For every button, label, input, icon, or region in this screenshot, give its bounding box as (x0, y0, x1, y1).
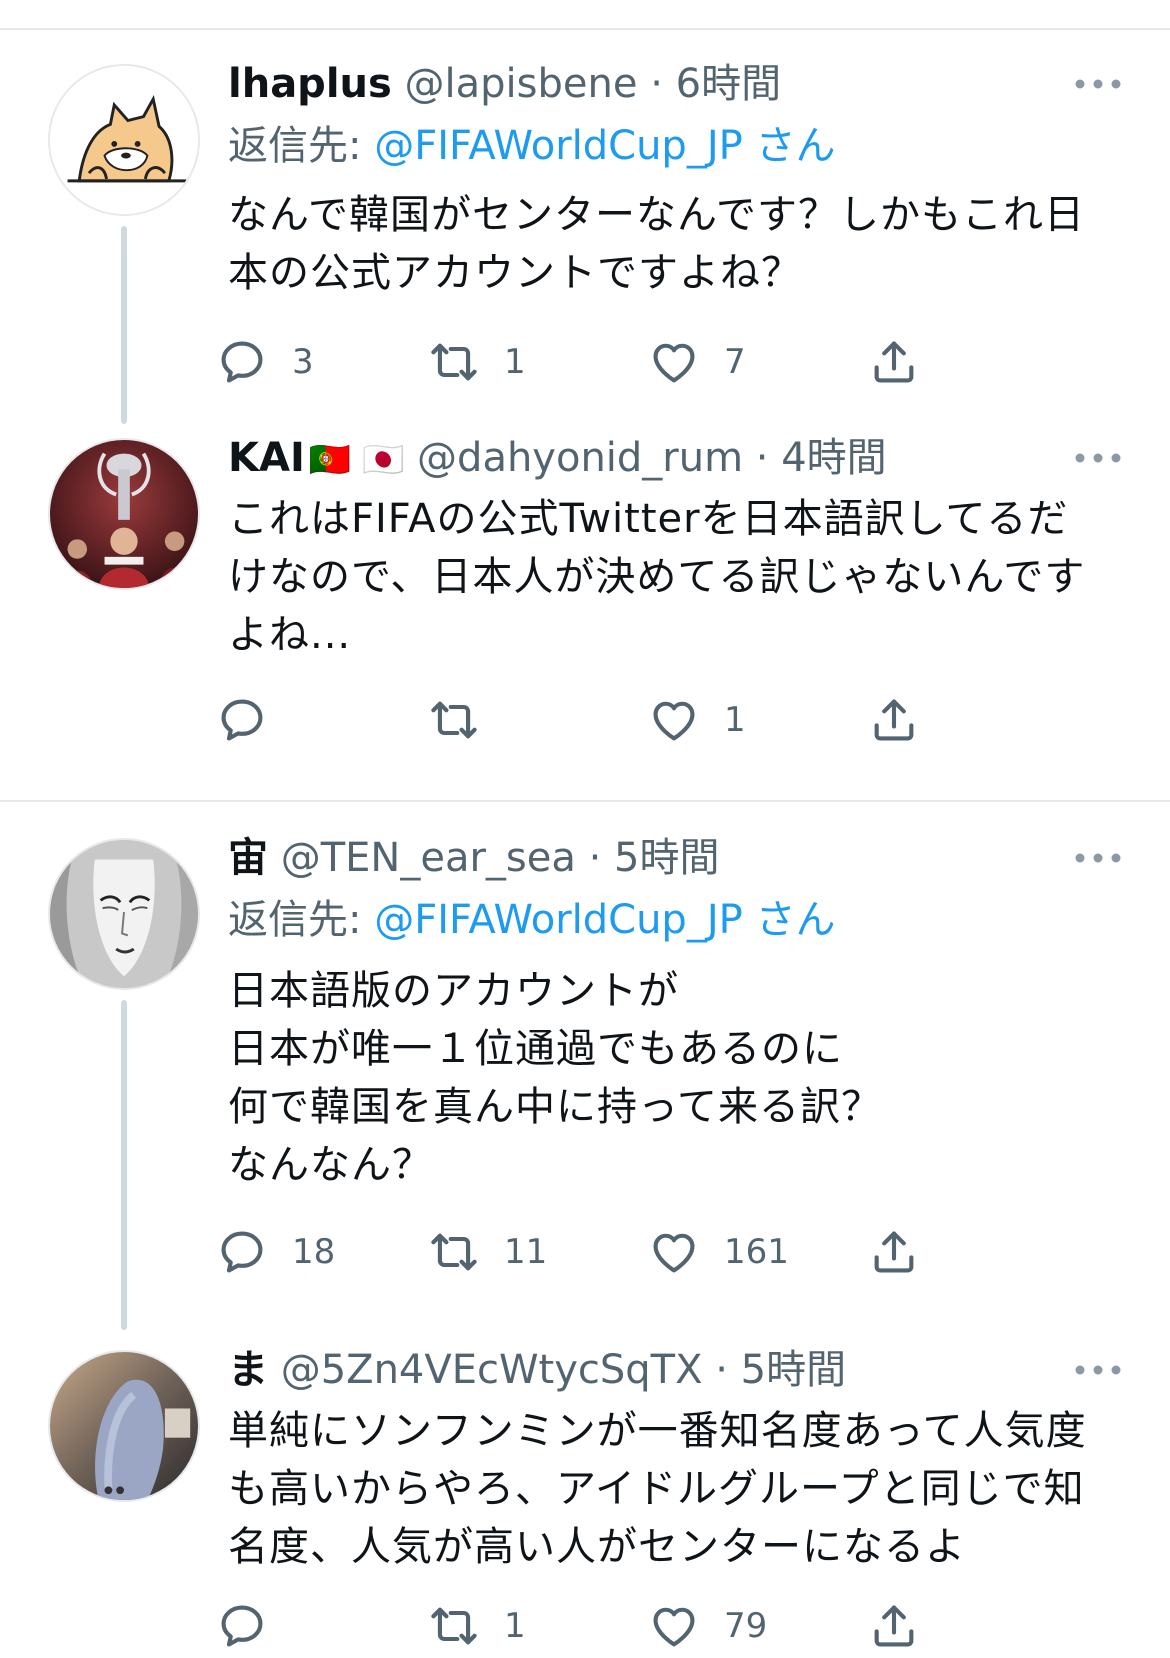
share-icon (874, 341, 914, 383)
reply-button[interactable]: 3 (216, 330, 314, 394)
like-button[interactable]: 161 (648, 1220, 789, 1284)
separator-dot: · (755, 435, 769, 481)
tweet-header: ま @5Zn4VEcWtycSqTX · 5時間 (228, 1338, 1128, 1402)
reply-count: 3 (292, 342, 314, 382)
retweet-button[interactable]: 1 (428, 1594, 526, 1658)
like-count: 7 (724, 342, 746, 382)
heart-icon (653, 1233, 695, 1273)
separator-dot: · (715, 1347, 728, 1393)
reply-icon (221, 1605, 263, 1647)
tweet-1[interactable]: lhaplus @lapisbene · 6時間 返信先: @FIFAWorld… (221, 52, 1128, 394)
more-options-icon[interactable] (1068, 52, 1128, 116)
tweet-actions: 1 (221, 688, 1128, 752)
user-handle[interactable]: @5Zn4VEcWtycSqTX (281, 1347, 703, 1393)
user-handle[interactable]: @lapisbene (405, 61, 638, 107)
tweet-2[interactable]: KAI 🇵🇹 🇯🇵 @dahyonid_rum · 4時間 これはFIFAの公式T… (221, 426, 1128, 752)
retweet-count: 1 (504, 1606, 526, 1646)
display-name[interactable]: 宙 (228, 835, 268, 881)
reply-label: 返信先: (228, 123, 375, 169)
user-handle[interactable]: @dahyonid_rum (417, 435, 743, 481)
top-divider (0, 28, 1170, 30)
timestamp[interactable]: 5時間 (741, 1347, 846, 1393)
like-count: 161 (724, 1232, 789, 1272)
tweet-header: KAI 🇵🇹 🇯🇵 @dahyonid_rum · 4時間 (228, 426, 1128, 490)
retweet-icon (431, 1233, 477, 1271)
reply-button[interactable] (216, 1594, 292, 1658)
reply-mention-link[interactable]: @FIFAWorldCup_JP さん (374, 123, 835, 169)
retweet-icon (431, 701, 477, 739)
share-button[interactable] (868, 1594, 920, 1658)
tweet-actions: 18 11 161 (221, 1220, 1128, 1284)
thread-line (121, 226, 127, 424)
separator-dot: · (588, 835, 602, 881)
reply-icon (221, 699, 263, 741)
thread-line (121, 1000, 127, 1330)
tweet-header: 宙 @TEN_ear_sea · 5時間 (228, 826, 1128, 890)
retweet-count: 11 (504, 1232, 548, 1272)
reply-count: 18 (292, 1232, 336, 1272)
avatar-sora[interactable] (48, 838, 200, 990)
flag-emojis: 🇵🇹 🇯🇵 (308, 440, 405, 480)
timestamp[interactable]: 5時間 (614, 835, 719, 881)
more-options-icon[interactable] (1068, 1338, 1128, 1402)
share-button[interactable] (868, 1220, 920, 1284)
user-handle[interactable]: @TEN_ear_sea (281, 835, 576, 881)
tweet-header: lhaplus @lapisbene · 6時間 (228, 52, 1128, 116)
like-count: 79 (724, 1606, 768, 1646)
more-options-icon[interactable] (1068, 826, 1128, 890)
share-icon (874, 699, 914, 741)
reply-button[interactable] (216, 688, 292, 752)
tweet-text: これはFIFAの公式Twitterを日本語訳してるだ けなので、日本人が決めてる… (228, 496, 1086, 658)
heart-icon (653, 701, 695, 741)
avatar-lhaplus[interactable] (48, 64, 200, 216)
avatar-kai[interactable] (48, 438, 200, 590)
like-button[interactable]: 79 (648, 1594, 767, 1658)
retweet-button[interactable]: 1 (428, 330, 526, 394)
retweet-icon (431, 1607, 477, 1645)
reply-icon (221, 341, 263, 383)
tweet-text: 単純にソンフンミンが一番知名度あって人気度 も高いからやろ、アイドルグループと同… (228, 1408, 1087, 1570)
trophy-photo-avatar-icon (50, 440, 198, 588)
tweet-actions: 1 79 (221, 1594, 1128, 1658)
reply-button[interactable]: 18 (216, 1220, 335, 1284)
thread-divider (0, 800, 1170, 802)
share-icon (874, 1231, 914, 1273)
reply-context: 返信先: @FIFAWorldCup_JP さん (228, 116, 1128, 176)
like-button[interactable]: 7 (648, 330, 746, 394)
tweet-text: なんで韓国がセンターなんです？しかもこれ日 本の公式アカウントですよね？ (228, 192, 1085, 296)
illustrated-face-avatar-icon (50, 840, 198, 988)
display-name[interactable]: KAI (228, 435, 305, 481)
share-icon (874, 1605, 914, 1647)
photo-avatar-icon (50, 1352, 198, 1500)
tweet-actions: 3 1 7 (221, 330, 1128, 394)
avatar-ma[interactable] (48, 1350, 200, 1502)
retweet-icon (431, 343, 477, 381)
like-button[interactable]: 1 (648, 688, 746, 752)
display-name[interactable]: lhaplus (228, 61, 392, 107)
tweet-4[interactable]: ま @5Zn4VEcWtycSqTX · 5時間 単純にソンフンミンが一番知名度… (221, 1338, 1128, 1658)
heart-icon (653, 1607, 695, 1647)
reply-mention-link[interactable]: @FIFAWorldCup_JP さん (374, 897, 835, 943)
like-count: 1 (724, 700, 746, 740)
more-options-icon[interactable] (1068, 426, 1128, 490)
shiba-dog-avatar-icon (50, 66, 198, 214)
retweet-button[interactable] (428, 688, 504, 752)
tweet-3[interactable]: 宙 @TEN_ear_sea · 5時間 返信先: @FIFAWorldCup_… (221, 826, 1128, 1284)
timestamp[interactable]: 4時間 (781, 435, 886, 481)
separator-dot: · (650, 61, 663, 107)
display-name[interactable]: ま (228, 1347, 268, 1393)
heart-icon (653, 343, 695, 383)
retweet-count: 1 (504, 342, 526, 382)
share-button[interactable] (868, 330, 920, 394)
reply-icon (221, 1231, 263, 1273)
retweet-button[interactable]: 11 (428, 1220, 547, 1284)
reply-context: 返信先: @FIFAWorldCup_JP さん (228, 890, 1128, 950)
tweet-text: 日本語版のアカウントが 日本が唯一１位通過でもあるのに 何で韓国を真ん中に持って… (228, 968, 882, 1188)
share-button[interactable] (868, 688, 920, 752)
timestamp[interactable]: 6時間 (676, 61, 781, 107)
reply-label: 返信先: (228, 897, 375, 943)
